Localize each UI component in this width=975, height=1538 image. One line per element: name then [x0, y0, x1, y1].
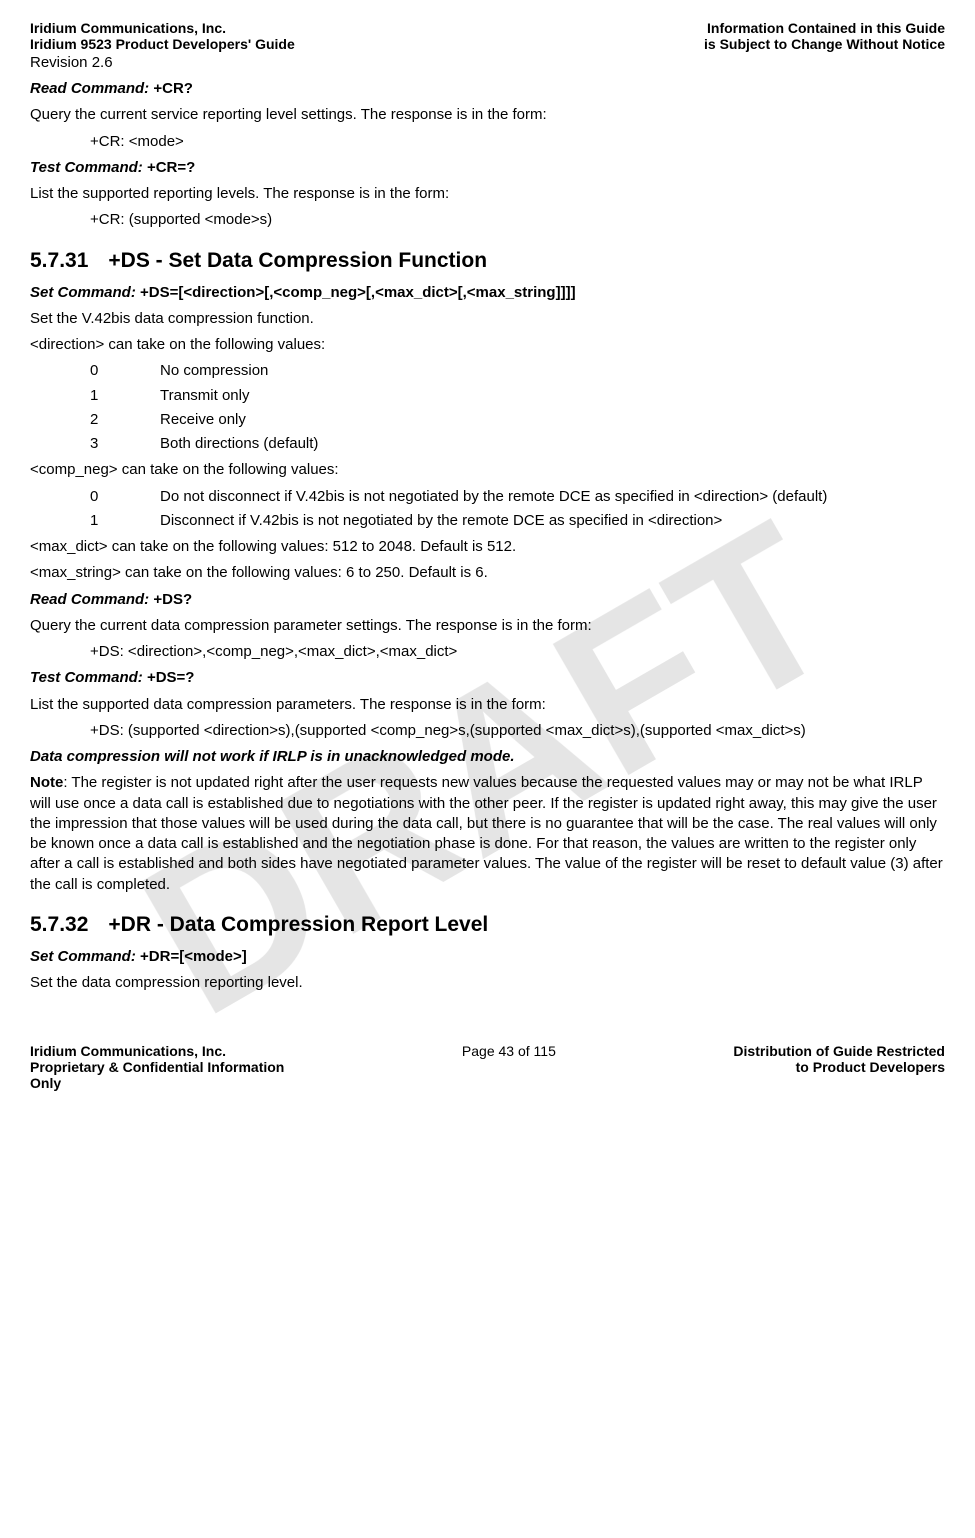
compneg-key: 0: [90, 487, 160, 507]
direction-val: No compression: [160, 361, 945, 381]
compneg-key: 1: [90, 511, 160, 531]
footer-distribution-line2: to Product Developers: [733, 1059, 945, 1075]
direction-row: 2 Receive only: [90, 410, 945, 430]
section-5732-title: +DR - Data Compression Report Level: [108, 913, 488, 936]
ds-note: Note: The register is not updated right …: [30, 773, 945, 895]
compneg-val: Disconnect if V.42bis is not negotiated …: [160, 511, 945, 531]
compneg-intro: <comp_neg> can take on the following val…: [30, 460, 945, 480]
ds-set-label: Set Command:: [30, 284, 140, 301]
dr-set-cmd: +DR=[<mode>]: [140, 948, 247, 965]
section-5732-heading: 5.7.32 +DR - Data Compression Report Leve…: [30, 913, 945, 937]
direction-key: 2: [90, 410, 160, 430]
direction-key: 1: [90, 386, 160, 406]
direction-val: Both directions (default): [160, 434, 945, 454]
cr-read-label: Read Command:: [30, 80, 153, 97]
ds-set-desc: Set the V.42bis data compression functio…: [30, 309, 945, 329]
direction-key: 0: [90, 361, 160, 381]
ds-set-command-heading: Set Command: +DS=[<direction>[,<comp_neg…: [30, 283, 945, 303]
ds-test-response: +DS: (supported <direction>s),(supported…: [90, 721, 945, 741]
compneg-row: 0 Do not disconnect if V.42bis is not ne…: [90, 487, 945, 507]
ds-read-label: Read Command:: [30, 591, 153, 608]
cr-read-command-heading: Read Command: +CR?: [30, 79, 945, 99]
section-5731-num: 5.7.31: [30, 249, 88, 272]
ds-test-command-heading: Test Command: +DS=?: [30, 668, 945, 688]
dr-set-label: Set Command:: [30, 948, 140, 965]
footer-distribution-line1: Distribution of Guide Restricted: [733, 1043, 945, 1059]
footer-proprietary: Proprietary & Confidential Information: [30, 1059, 284, 1075]
ds-read-command-heading: Read Command: +DS?: [30, 590, 945, 610]
direction-key: 3: [90, 434, 160, 454]
page-footer: Iridium Communications, Inc. Proprietary…: [30, 1043, 945, 1091]
cr-test-response: +CR: (supported <mode>s): [90, 210, 945, 230]
cr-test-desc: List the supported reporting levels. The…: [30, 184, 945, 204]
footer-page-number: Page 43 of 115: [462, 1043, 556, 1091]
direction-val: Transmit only: [160, 386, 945, 406]
maxstring-text: <max_string> can take on the following v…: [30, 563, 945, 583]
footer-left: Iridium Communications, Inc. Proprietary…: [30, 1043, 284, 1091]
direction-intro: <direction> can take on the following va…: [30, 335, 945, 355]
ds-read-response: +DS: <direction>,<comp_neg>,<max_dict>,<…: [90, 642, 945, 662]
page-header: Iridium Communications, Inc. Iridium 952…: [30, 20, 945, 52]
ds-set-cmd: +DS=[<direction>[,<comp_neg>[,<max_dict>…: [140, 284, 576, 301]
footer-right: Distribution of Guide Restricted to Prod…: [733, 1043, 945, 1091]
header-right: Information Contained in this Guide is S…: [704, 20, 945, 52]
cr-read-desc: Query the current service reporting leve…: [30, 105, 945, 125]
revision-text: Revision 2.6: [30, 54, 945, 71]
cr-read-response: +CR: <mode>: [90, 132, 945, 152]
header-guide-title: Iridium 9523 Product Developers' Guide: [30, 36, 295, 52]
cr-test-command-heading: Test Command: +CR=?: [30, 158, 945, 178]
compneg-row: 1 Disconnect if V.42bis is not negotiate…: [90, 511, 945, 531]
ds-read-cmd: +DS?: [153, 591, 192, 608]
dr-set-desc: Set the data compression reporting level…: [30, 973, 945, 993]
ds-warning: Data compression will not work if IRLP i…: [30, 747, 945, 767]
section-5732-num: 5.7.32: [30, 913, 88, 936]
header-info-line1: Information Contained in this Guide: [704, 20, 945, 36]
ds-test-desc: List the supported data compression para…: [30, 695, 945, 715]
note-prefix: Note: [30, 774, 63, 791]
compneg-val: Do not disconnect if V.42bis is not nego…: [160, 487, 945, 507]
cr-test-label: Test Command:: [30, 159, 147, 176]
direction-row: 0 No compression: [90, 361, 945, 381]
header-company: Iridium Communications, Inc.: [30, 20, 295, 36]
header-left: Iridium Communications, Inc. Iridium 952…: [30, 20, 295, 52]
section-5731-heading: 5.7.31 +DS - Set Data Compression Functio…: [30, 249, 945, 273]
header-info-line2: is Subject to Change Without Notice: [704, 36, 945, 52]
cr-read-cmd: +CR?: [153, 80, 193, 97]
direction-val: Receive only: [160, 410, 945, 430]
ds-test-cmd: +DS=?: [147, 669, 195, 686]
cr-test-cmd: +CR=?: [147, 159, 195, 176]
direction-row: 3 Both directions (default): [90, 434, 945, 454]
footer-company: Iridium Communications, Inc.: [30, 1043, 284, 1059]
footer-only: Only: [30, 1075, 284, 1091]
direction-row: 1 Transmit only: [90, 386, 945, 406]
note-body: : The register is not updated right afte…: [30, 774, 943, 892]
maxdict-text: <max_dict> can take on the following val…: [30, 537, 945, 557]
section-5731-title: +DS - Set Data Compression Function: [108, 249, 487, 272]
ds-test-label: Test Command:: [30, 669, 147, 686]
dr-set-command-heading: Set Command: +DR=[<mode>]: [30, 947, 945, 967]
ds-read-desc: Query the current data compression param…: [30, 616, 945, 636]
